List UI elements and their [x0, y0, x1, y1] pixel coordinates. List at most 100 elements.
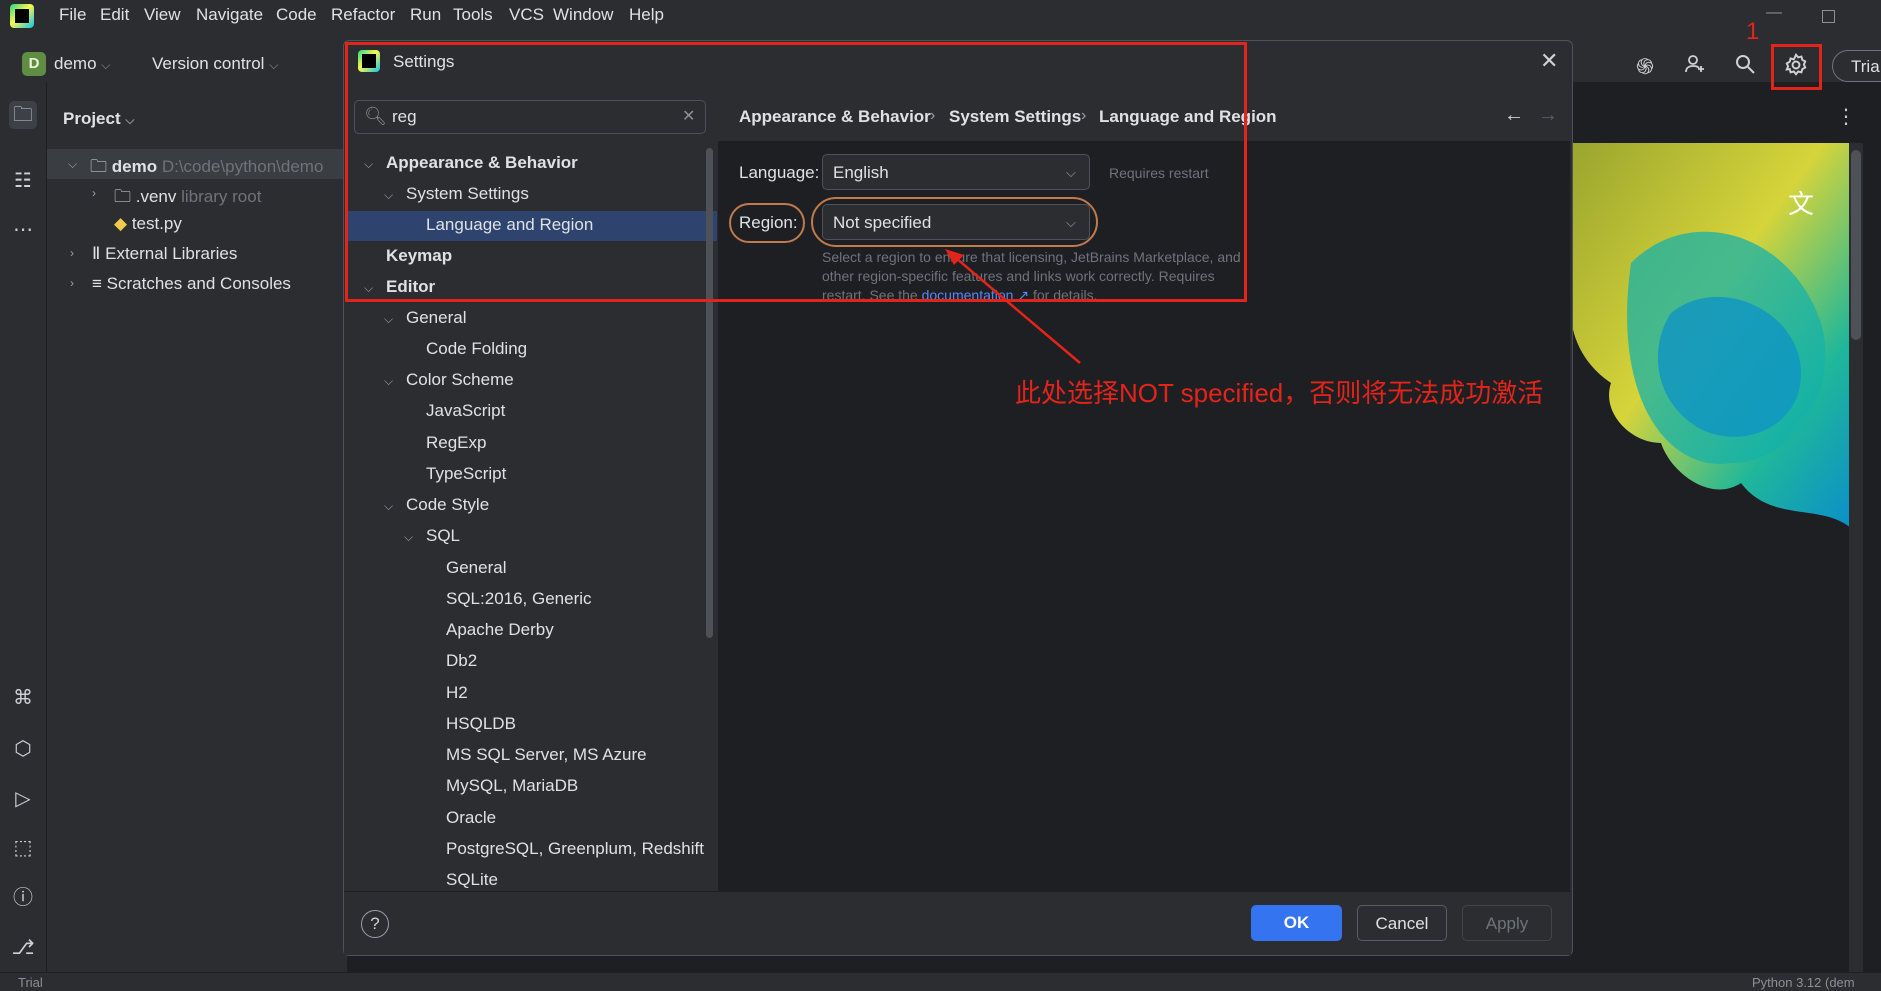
- back-arrow-icon[interactable]: ←: [1504, 104, 1524, 127]
- chevron-down-icon[interactable]: ⌵: [384, 312, 393, 327]
- chevron-down-icon[interactable]: ⌵: [404, 530, 413, 545]
- chevron-right-icon[interactable]: ›: [92, 186, 96, 200]
- project-panel-title-label: Project: [63, 109, 121, 128]
- status-trial[interactable]: Trial: [18, 975, 43, 990]
- tree-item-test-py[interactable]: ◆ test.py: [114, 214, 182, 234]
- add-user-icon[interactable]: [1680, 52, 1710, 82]
- chevron-down-icon[interactable]: ⌵: [384, 374, 393, 389]
- menu-tools[interactable]: Tools: [453, 5, 493, 25]
- settings-tree-item-code-style[interactable]: Code Style: [406, 495, 489, 515]
- annotation-note: 此处选择NOT specified，否则将无法成功激活: [1015, 378, 1544, 408]
- terminal-icon[interactable]: ⬚: [9, 834, 37, 862]
- settings-tree-item-mssql[interactable]: MS SQL Server, MS Azure: [446, 745, 647, 765]
- status-bar: Trial Python 3.12 (dem: [0, 972, 1881, 991]
- tree-item-label: Scratches and Consoles: [106, 274, 291, 293]
- tree-item-label: demo: [111, 157, 158, 176]
- tree-item-demo[interactable]: 🗀 demo D:\code\python\demo: [90, 154, 323, 183]
- cancel-button[interactable]: Cancel: [1357, 905, 1447, 941]
- tree-item-hint: library root: [181, 187, 262, 206]
- menu-navigate[interactable]: Navigate: [196, 5, 263, 25]
- menu-help[interactable]: Help: [629, 5, 664, 25]
- more-vertical-icon[interactable]: ⋮: [1836, 104, 1856, 129]
- app-logo-icon[interactable]: [10, 4, 34, 28]
- annotation-highlight-oval: [811, 197, 1098, 247]
- project-name: demo: [54, 54, 97, 73]
- settings-tree-item-general[interactable]: General: [406, 308, 466, 328]
- menu-view[interactable]: View: [144, 5, 181, 25]
- search-icon[interactable]: [1730, 52, 1760, 82]
- settings-tree-item-color-scheme[interactable]: Color Scheme: [406, 370, 514, 390]
- scrollbar-thumb[interactable]: [1851, 150, 1861, 340]
- menu-window[interactable]: Window: [553, 5, 613, 25]
- chevron-down-icon: ⌵: [101, 58, 111, 72]
- trial-button[interactable]: Tria: [1832, 50, 1881, 82]
- scratches-icon: ≡: [92, 274, 102, 293]
- settings-tree-item-sql2016[interactable]: SQL:2016, Generic: [446, 589, 592, 609]
- settings-tree-item-javascript[interactable]: JavaScript: [426, 401, 505, 421]
- project-badge[interactable]: D: [22, 52, 46, 76]
- chevron-right-icon[interactable]: ›: [70, 246, 74, 260]
- version-control-selector[interactable]: Version control ⌵: [152, 54, 278, 74]
- settings-tree-item-code-folding[interactable]: Code Folding: [426, 339, 527, 359]
- restore-icon[interactable]: [1822, 10, 1835, 23]
- library-icon: Ⅱ: [92, 244, 101, 263]
- structure-icon[interactable]: ☷: [9, 167, 37, 195]
- tree-item-venv[interactable]: 🗀 .venv library root: [114, 184, 261, 213]
- annotation-highlight-box: [345, 42, 1247, 302]
- project-selector[interactable]: demo ⌵: [54, 54, 110, 74]
- minimize-icon[interactable]: —: [1766, 4, 1782, 22]
- tree-item-external-libraries[interactable]: Ⅱ External Libraries: [92, 244, 237, 264]
- tree-item-label: test.py: [131, 214, 182, 233]
- chevron-down-icon: ⌵: [269, 58, 279, 72]
- status-interpreter[interactable]: Python 3.12 (dem: [1752, 975, 1855, 990]
- tree-item-label: External Libraries: [105, 244, 238, 263]
- project-panel-title[interactable]: Project ⌵: [63, 109, 134, 129]
- run-icon[interactable]: ▷: [9, 785, 37, 813]
- chevron-down-icon[interactable]: ⌵: [384, 499, 393, 514]
- menu-file[interactable]: File: [59, 5, 86, 25]
- help-button[interactable]: ?: [361, 910, 389, 938]
- project-panel: [47, 82, 347, 972]
- settings-tree-item-sql-general[interactable]: General: [446, 558, 506, 578]
- menu-refactor[interactable]: Refactor: [331, 5, 395, 25]
- settings-tree-item-hsqldb[interactable]: HSQLDB: [446, 714, 516, 734]
- chevron-down-icon[interactable]: ⌵: [68, 157, 77, 172]
- settings-tree-item-postgresql[interactable]: PostgreSQL, Greenplum, Redshift: [446, 839, 704, 859]
- apply-button[interactable]: Apply: [1462, 905, 1552, 941]
- menu-edit[interactable]: Edit: [100, 5, 129, 25]
- git-icon[interactable]: ⎇: [9, 934, 37, 962]
- settings-tree-item-h2[interactable]: H2: [446, 683, 468, 703]
- python-console-icon[interactable]: ⌘: [9, 684, 37, 712]
- ai-assistant-icon[interactable]: ֍: [1630, 52, 1660, 82]
- tree-item-label: .venv: [135, 187, 177, 206]
- tree-item-path: D:\code\python\demo: [161, 157, 324, 176]
- annotation-arrow: [945, 249, 1081, 364]
- more-icon[interactable]: ⋯: [9, 216, 37, 244]
- chevron-down-icon: ⌵: [125, 113, 135, 127]
- forward-arrow-icon[interactable]: →: [1538, 104, 1558, 127]
- annotation-step-number: 1: [1746, 18, 1760, 45]
- menu-vcs[interactable]: VCS: [509, 5, 544, 25]
- version-control-label: Version control: [152, 54, 265, 73]
- settings-tree-item-mysql[interactable]: MySQL, MariaDB: [446, 776, 578, 796]
- tree-item-scratches[interactable]: ≡ Scratches and Consoles: [92, 274, 291, 294]
- annotation-highlight-box: [1771, 44, 1822, 90]
- annotation-highlight-oval: [729, 203, 805, 243]
- settings-tree-item-sqlite[interactable]: SQLite: [446, 870, 498, 890]
- folder-icon[interactable]: 🗀: [9, 101, 37, 129]
- settings-tree-item-oracle[interactable]: Oracle: [446, 808, 496, 828]
- settings-tree-item-db2[interactable]: Db2: [446, 651, 477, 671]
- settings-tree-item-typescript[interactable]: TypeScript: [426, 464, 506, 484]
- chevron-right-icon[interactable]: ›: [70, 276, 74, 290]
- python-packages-icon[interactable]: ⬡: [9, 735, 37, 763]
- menu-code[interactable]: Code: [276, 5, 317, 25]
- settings-tree-item-sql[interactable]: SQL: [426, 526, 460, 546]
- menu-run[interactable]: Run: [410, 5, 441, 25]
- settings-tree-item-apache-derby[interactable]: Apache Derby: [446, 620, 554, 640]
- welcome-artwork: 文: [1571, 143, 1851, 528]
- translate-icon: 文: [1788, 190, 1814, 220]
- ok-button[interactable]: OK: [1251, 905, 1342, 941]
- settings-tree-item-regexp[interactable]: RegExp: [426, 433, 486, 453]
- close-icon[interactable]: ✕: [1540, 48, 1558, 74]
- problems-icon[interactable]: ⓘ: [9, 884, 37, 912]
